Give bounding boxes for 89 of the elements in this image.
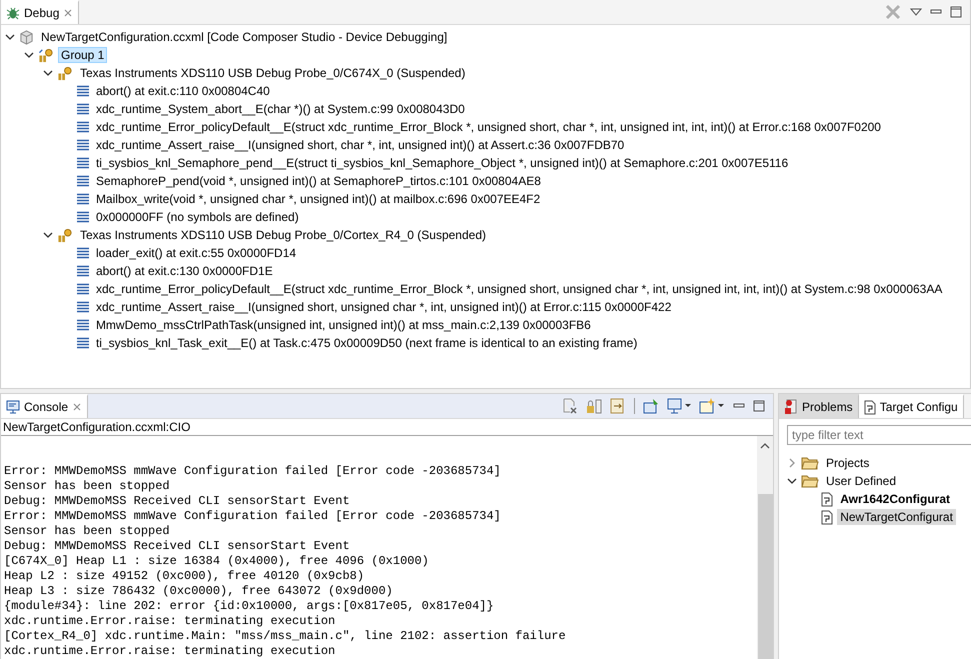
minimize-icon[interactable] — [930, 9, 942, 15]
stack-frame-item[interactable]: abort() at exit.c:130 0x0000FD1E — [92, 263, 276, 279]
view-tab[interactable]: Problems — [779, 394, 859, 418]
stack-frame-item[interactable]: MmwDemo_mssCtrlPathTask(unsigned int, unsigned int)() at mss_main.c:2,139 0x00003FB6 — [92, 317, 594, 333]
debug-tab[interactable]: Debug — [1, 0, 80, 24]
console-line: xdc.runtime.Error.raise: terminating execution — [4, 614, 336, 629]
minimize-icon[interactable] — [733, 403, 745, 409]
stack-frame-icon — [76, 265, 89, 277]
group-item[interactable]: Group 1 — [58, 47, 108, 63]
stack-frame-icon — [76, 157, 89, 169]
console-line: Sensor has been stopped — [4, 479, 171, 494]
stack-frame-icon — [76, 193, 89, 205]
console-line: Heap L3 : size 786432 (0xc0000), free 643072 (0x9d000) — [4, 584, 394, 599]
configuration-item[interactable]: Awr1642Configurat — [837, 491, 953, 507]
stack-frame-icon — [76, 121, 89, 133]
folder-item[interactable]: User Defined — [823, 473, 900, 489]
console-line: Error: MMWDemoMSS mmWave Configuration failed [Error code -203685734] — [4, 509, 502, 524]
folder-item[interactable]: Projects — [823, 455, 872, 471]
close-icon[interactable] — [72, 402, 82, 412]
filter-field[interactable]: type filter text — [787, 425, 971, 445]
collapse-chevron-icon[interactable] — [787, 476, 797, 486]
stack-frame-item[interactable]: SemaphoreP_pend(void *, unsigned int)() at SemaphoreP_tirtos.c:101 0x00804AE8 — [92, 173, 544, 189]
stack-frame-item[interactable]: ti_sysbios_knl_Semaphore_pend__E(struct ti_sysbios_knl_Semaphore_Object *, unsigned int)() at Semaphore.c:201 0x007E5116 — [92, 155, 792, 171]
scroll-lock-icon[interactable] — [586, 398, 602, 414]
stack-frame-icon — [76, 175, 89, 187]
stack-frame-item[interactable]: ti_sysbios_knl_Task_exit__E() at Task.c:475 0x00009D50 (next frame is identical to an existing frame) — [92, 335, 640, 351]
thread-item[interactable]: Texas Instruments XDS110 USB Debug Probe_0/Cortex_R4_0 (Suspended) — [77, 227, 490, 243]
console-line: {module#34}: line 202: error {id:0x10000, args:[0x817e05, 0x817e04]} — [4, 599, 495, 614]
maximize-icon[interactable] — [753, 400, 765, 412]
stack-frame-icon — [76, 319, 89, 331]
stack-frame-icon — [76, 103, 89, 115]
console-line: Heap L2 : size 49152 (0xc000), free 40120 (0x9cb8) — [4, 569, 366, 584]
scrollbar[interactable] — [757, 436, 773, 659]
view-menu-icon[interactable] — [910, 8, 922, 16]
expand-chevron-icon[interactable] — [787, 458, 797, 468]
view-tab[interactable]: Target Configu — [858, 394, 964, 418]
close-icon[interactable] — [63, 8, 74, 18]
console-line: [Cortex_R4_0] xdc.runtime.Main: "mss/mss_main.c", line 2102: assertion failure — [4, 629, 567, 644]
scroll-thumb[interactable] — [758, 494, 772, 659]
monitor-icon — [6, 400, 20, 414]
console-line: Debug: MMWDemoMSS Received CLI sensorStart Event — [4, 539, 351, 554]
thread-item[interactable]: Texas Instruments XDS110 USB Debug Probe_0/C674X_0 (Suspended) — [77, 65, 468, 81]
group-gear-icon — [38, 48, 54, 62]
thread-gear-icon — [57, 228, 73, 242]
config-file-icon — [864, 400, 876, 414]
console-line: Debug: MMWDemoMSS Received CLI sensorStart Event — [4, 494, 351, 509]
configuration-item[interactable]: NewTargetConfigurat — [837, 509, 956, 525]
stack-frame-item[interactable]: xdc_runtime_Error_policyDefault__E(struct xdc_runtime_Error_Block *, unsigned short, unsigned char *, int, unsigned int, int, int)() at System.c:98 0x000063AA — [92, 281, 946, 297]
console-line: [C674X_0] Heap L1 : size 16384 (0x4000), free 4096 (0x1000) — [4, 554, 430, 569]
collapse-chevron-icon[interactable] — [24, 50, 34, 60]
console-tab[interactable]: Console — [1, 394, 88, 418]
stack-frame-icon — [76, 247, 89, 259]
launch-item[interactable]: NewTargetConfiguration.ccxml [Code Composer Studio - Device Debugging] — [38, 29, 450, 45]
stack-frame-icon — [76, 301, 89, 313]
tab-label: Debug — [24, 6, 60, 20]
config-file-icon — [821, 510, 834, 524]
stack-frame-item[interactable]: xdc_runtime_System_abort__E(char *)() at System.c:99 0x008043D0 — [92, 101, 468, 117]
clear-console-icon[interactable] — [562, 398, 578, 414]
console-title: NewTargetConfiguration.ccxml:CIO — [1, 419, 773, 436]
folder-icon — [801, 456, 819, 470]
stack-frame-item[interactable]: abort() at exit.c:110 0x00804C40 — [92, 83, 273, 99]
stack-frame-item[interactable]: 0x000000FF (no symbols are defined) — [92, 209, 302, 225]
stack-frame-item[interactable]: xdc_runtime_Assert_raise__I(unsigned short, char *, int, unsigned int)() at Assert.c:36 0x007FDB70 — [92, 137, 628, 153]
config-file-icon — [821, 492, 834, 506]
problems-icon — [784, 399, 798, 415]
thread-gear-icon — [57, 66, 73, 80]
console-line: Error: MMWDemoMSS mmWave Configuration failed [Error code -203685734] — [4, 464, 502, 479]
display-console-icon[interactable] — [667, 398, 691, 414]
collapse-chevron-icon[interactable] — [43, 230, 53, 240]
bug-icon — [6, 6, 20, 20]
collapse-chevron-icon[interactable] — [5, 32, 15, 42]
stack-frame-item[interactable]: Mailbox_write(void *, unsigned char *, unsigned int)() at mailbox.c:696 0x007EE4F2 — [92, 191, 544, 207]
stack-frame-icon — [76, 85, 89, 97]
cube-icon — [19, 30, 34, 44]
maximize-icon[interactable] — [950, 6, 962, 18]
new-console-icon[interactable] — [699, 398, 725, 414]
stack-frame-item[interactable]: xdc_runtime_Error_policyDefault__E(struct xdc_runtime_Error_Block *, unsigned short, char *, int, unsigned int, int, int)() at Error.c:168 0x007F0200 — [92, 119, 884, 135]
tab-label: Console — [24, 400, 68, 414]
stack-frame-icon — [76, 283, 89, 295]
console-line: xdc.runtime.Error.raise: terminating execution — [4, 644, 336, 659]
scroll-up-icon[interactable] — [760, 442, 770, 450]
stack-frame-icon — [76, 139, 89, 151]
stack-frame-item[interactable]: loader_exit() at exit.c:55 0x0000FD14 — [92, 245, 300, 261]
stack-frame-item[interactable]: xdc_runtime_Assert_raise__I(unsigned short, unsigned char *, int, unsigned int)() at Error.c:115 0x0000F422 — [92, 299, 674, 315]
stack-frame-icon — [76, 211, 89, 223]
collapse-chevron-icon[interactable] — [43, 68, 53, 78]
stack-frame-icon — [76, 337, 89, 349]
folder-icon — [801, 474, 819, 488]
console-line: Sensor has been stopped — [4, 524, 171, 539]
